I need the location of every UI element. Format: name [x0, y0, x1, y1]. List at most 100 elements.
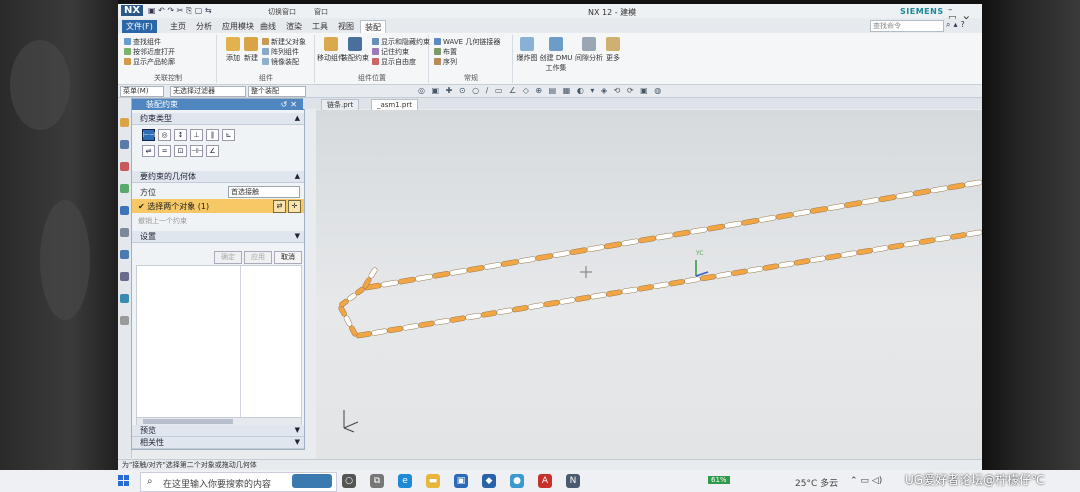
- select-cursor-icon[interactable]: ✛: [288, 200, 301, 213]
- help-icons[interactable]: ⌕▴?: [946, 20, 968, 30]
- fix-icon[interactable]: ⊥: [190, 129, 203, 141]
- system-scene-icon[interactable]: [120, 316, 129, 325]
- pattern-component-button[interactable]: 阵列组件: [262, 47, 299, 57]
- file-explorer-icon[interactable]: ▬: [426, 474, 440, 488]
- menu-dropdown[interactable]: 菜单(M): [120, 86, 164, 97]
- angle-icon[interactable]: ∠: [206, 145, 219, 157]
- nx-taskbar-icon[interactable]: N: [566, 474, 580, 488]
- tab-file[interactable]: 文件(F): [122, 20, 157, 33]
- search-highlight-icon: [292, 474, 332, 488]
- chain-roller: [638, 235, 657, 244]
- battery-indicator[interactable]: 61%: [708, 476, 730, 484]
- acrobat-icon[interactable]: A: [538, 474, 552, 488]
- system-materials-icon[interactable]: [120, 250, 129, 259]
- web-browser-icon[interactable]: [120, 206, 129, 215]
- chain-roller: [355, 331, 372, 339]
- show-dof-button[interactable]: 显示自由度: [372, 57, 416, 67]
- bond-icon[interactable]: ⊡: [174, 145, 187, 157]
- process-studio-icon[interactable]: [120, 272, 129, 281]
- window-menu[interactable]: 窗口: [314, 7, 328, 17]
- app-title: NX 12 - 建模: [588, 8, 637, 17]
- constraint-list[interactable]: [136, 265, 302, 419]
- browser-icon[interactable]: ●: [510, 474, 524, 488]
- more-button[interactable]: 更多: [598, 37, 628, 63]
- undo-last-constraint[interactable]: 撤销上一个约束: [138, 216, 187, 226]
- tab-chain-part[interactable]: 链条.prt: [321, 99, 360, 110]
- reuse-library-icon[interactable]: [120, 184, 129, 193]
- tab-application[interactable]: 应用模块: [218, 20, 258, 33]
- history-icon[interactable]: [120, 228, 129, 237]
- chain-roller: [535, 253, 554, 261]
- chain-roller: [387, 325, 404, 334]
- tab-home[interactable]: 主页: [166, 20, 190, 33]
- move-component-icon: [324, 37, 338, 51]
- new-parent-button[interactable]: 新建父对象: [262, 37, 306, 47]
- open-by-proximity-button[interactable]: 按邻近度打开: [124, 47, 175, 57]
- sequence-button[interactable]: 序列: [434, 57, 457, 67]
- create-dmu-button[interactable]: 创建 DMU 工作集: [538, 37, 574, 73]
- remember-constraints-button[interactable]: 记住约束: [372, 47, 409, 57]
- chain-roller: [466, 265, 485, 273]
- assembly-navigator-icon[interactable]: [120, 118, 129, 127]
- section-geometry[interactable]: 要约束的几何体 ▲: [132, 171, 304, 183]
- select-two-objects-label: ✔ 选择两个对象 (1): [138, 202, 210, 211]
- wave-linker-button[interactable]: WAVE 几何链接器: [434, 37, 500, 47]
- show-hide-constraints-button[interactable]: 显示和隐藏约束: [372, 37, 430, 47]
- chain-roller: [480, 310, 498, 318]
- chain-link: [496, 307, 513, 315]
- orientation-select[interactable]: 首选接触: [228, 186, 300, 198]
- remember-icon: [372, 48, 379, 55]
- distance-icon[interactable]: ↕: [174, 129, 187, 141]
- select-two-objects-row[interactable]: ✔ 选择两个对象 (1) ⇄ ✛: [132, 199, 304, 213]
- roles-icon[interactable]: [120, 294, 129, 303]
- tab-curve[interactable]: 曲线: [256, 20, 280, 33]
- center-icon[interactable]: ⊣⊢: [190, 145, 203, 157]
- tab-view[interactable]: 视图: [334, 20, 358, 33]
- ok-button[interactable]: 确定: [214, 251, 242, 264]
- cortana-icon[interactable]: ○: [342, 474, 356, 488]
- concentric-icon[interactable]: ◎: [158, 129, 171, 141]
- mirror-assembly-button[interactable]: 镜像装配: [262, 57, 299, 67]
- arrangement-button[interactable]: 布置: [434, 47, 457, 57]
- apply-button[interactable]: 应用: [244, 251, 272, 264]
- cancel-button[interactable]: 取消: [274, 251, 302, 264]
- find-component-button[interactable]: 查找组件: [124, 37, 161, 47]
- part-navigator-icon[interactable]: [120, 162, 129, 171]
- tab-render[interactable]: 渲染: [282, 20, 306, 33]
- section-constraint-type[interactable]: 约束类型 ▲: [132, 113, 304, 125]
- section-preview[interactable]: 预览 ▼: [132, 425, 304, 437]
- chain-link: [792, 209, 811, 217]
- app-icon[interactable]: ◆: [482, 474, 496, 488]
- task-view-icon[interactable]: ⧉: [370, 474, 384, 488]
- search-icon: ⌕: [147, 476, 153, 487]
- parent-icon: [262, 38, 269, 45]
- tab-assembly[interactable]: 装配: [360, 20, 386, 34]
- tab-analysis[interactable]: 分析: [192, 20, 216, 33]
- align-lock-icon[interactable]: ⇌: [142, 145, 155, 157]
- snap-toolbar-icons[interactable]: ◎ ▣ ✚ ⊙ ○ / ▭ ∠ ◇ ⊕ ▤ ▦ ◐ ▾ ◈ ⟲ ⟳ ▣ ◍: [418, 86, 663, 95]
- show-product-outline-button[interactable]: 显示产品轮廓: [124, 57, 175, 67]
- section-settings[interactable]: 设置 ▼: [132, 231, 304, 243]
- type-filter-dropdown[interactable]: 无选择过滤器: [170, 86, 246, 97]
- reverse-icon[interactable]: ⇄: [273, 200, 286, 213]
- assembly-constraint-button[interactable]: 装配约束: [340, 37, 370, 63]
- system-tray-icons[interactable]: ⌃ ▭ ◁): [850, 476, 882, 486]
- command-search-input[interactable]: 查找命令: [870, 20, 944, 32]
- dialog-close-icon[interactable]: ↺✕: [281, 99, 300, 110]
- constraint-navigator-icon[interactable]: [120, 140, 129, 149]
- fit-icon[interactable]: =: [158, 145, 171, 157]
- store-icon[interactable]: ▣: [454, 474, 468, 488]
- parallel-icon[interactable]: ∥: [206, 129, 219, 141]
- scope-dropdown[interactable]: 整个装配: [248, 86, 306, 97]
- perpendicular-icon[interactable]: ⊾: [222, 129, 235, 141]
- switch-window-button[interactable]: 切换窗口: [268, 7, 296, 17]
- quick-access-toolbar[interactable]: ▣ ↶ ↷ ✂ ⎘ ▢ ⇆: [148, 6, 212, 16]
- weather-widget[interactable]: 25°C 多云: [795, 476, 838, 489]
- tab-asm1-part[interactable]: _asm1.prt: [371, 99, 418, 110]
- touch-align-icon[interactable]: ⊢⊣: [142, 129, 155, 141]
- windows-start-icon[interactable]: [118, 475, 130, 487]
- graphics-window[interactable]: YC: [316, 110, 982, 460]
- edge-icon[interactable]: e: [398, 474, 412, 488]
- section-relations[interactable]: 相关性 ▼: [132, 437, 304, 449]
- tab-tools[interactable]: 工具: [308, 20, 332, 33]
